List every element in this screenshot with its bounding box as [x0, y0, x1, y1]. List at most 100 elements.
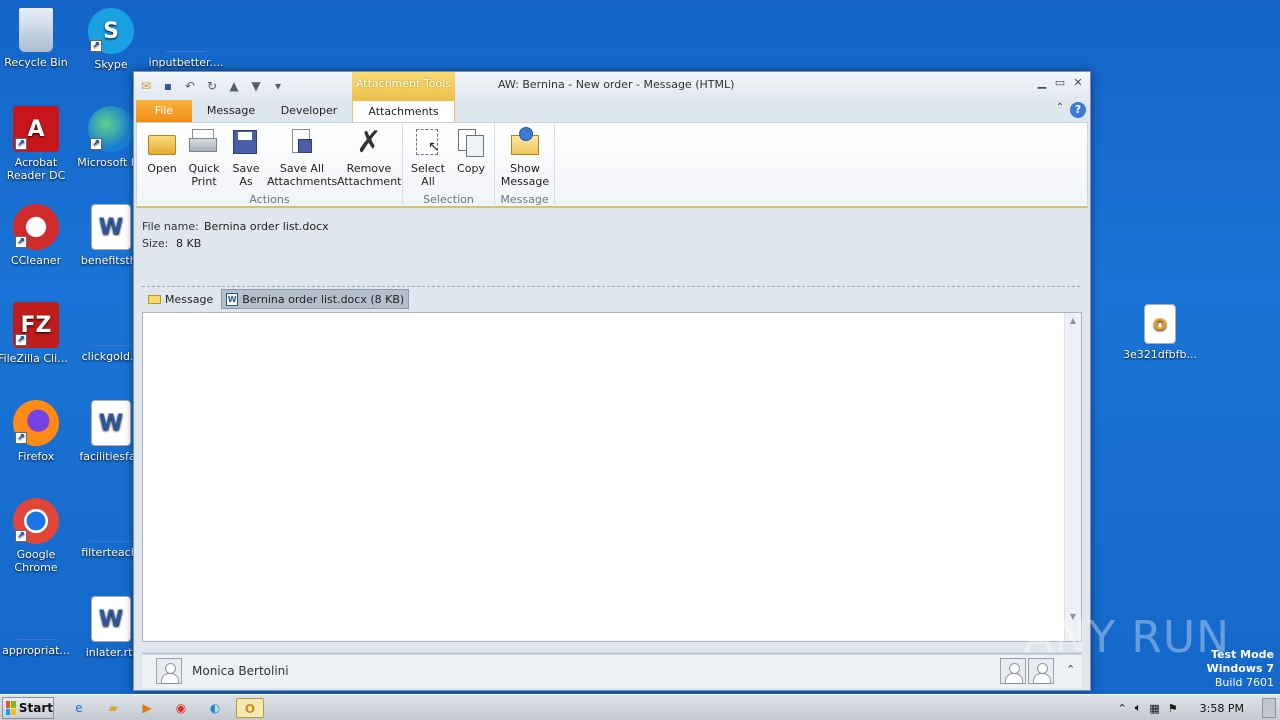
volume-icon[interactable]: 🔈︎ — [1135, 701, 1142, 715]
button-label: Save All — [279, 162, 325, 175]
desktop-icon-label: appropriat... — [2, 644, 70, 657]
window-title: AW: Bernina - New order - Message (HTML) — [498, 78, 735, 91]
button-label: Save — [232, 162, 260, 175]
ccleaner-icon: ↗ — [13, 204, 59, 250]
show-message-button[interactable]: Show Message — [499, 127, 551, 188]
show-desktop-button[interactable] — [1262, 698, 1276, 718]
action-center-flag-icon[interactable]: ⚑ — [1168, 702, 1178, 715]
desktop-icon-acrobat[interactable]: A ↗ Acrobat Reader DC — [0, 106, 74, 182]
button-label: Open — [147, 162, 177, 175]
copy-icon — [455, 127, 487, 159]
start-button[interactable]: Start — [2, 697, 54, 719]
message-item[interactable]: Message — [144, 289, 217, 309]
file-explorer-icon[interactable]: ▰ — [102, 698, 124, 718]
open-folder-icon — [146, 127, 178, 159]
outlook-envelope-icon: ✉ — [140, 79, 152, 93]
file-name-value: Bernina order list.docx — [204, 220, 329, 233]
edge-icon: ↗ — [88, 106, 134, 152]
tab-attachments[interactable]: Attachments — [352, 100, 455, 122]
close-icon[interactable]: ✕ — [1072, 76, 1084, 90]
clock[interactable]: 3:58 PM — [1200, 702, 1244, 715]
acrobat-icon: A ↗ — [13, 106, 59, 152]
title-bar: ✉ ▪ ↶ ↻ ▲ ▼ ▾ Attachment Tools AW: Berni… — [134, 72, 1090, 100]
tab-file[interactable]: File — [136, 100, 192, 122]
attachment-preview-pane[interactable]: ▲ ▼ — [142, 312, 1082, 642]
button-label: All — [421, 175, 435, 188]
ribbon-group-message: Show Message Message — [495, 123, 555, 207]
chrome-taskbar-icon[interactable]: ◉ — [170, 698, 192, 718]
select-all-button[interactable]: ↖ Select All — [407, 127, 449, 188]
desktop-icon-ccleaner[interactable]: ↗ CCleaner — [0, 204, 74, 267]
button-label: Copy — [457, 162, 485, 175]
desktop-icon-firefox[interactable]: ↗ Firefox — [0, 400, 74, 463]
customize-qat-icon[interactable]: ▾ — [270, 78, 286, 94]
undo-icon[interactable]: ↶ — [182, 78, 198, 94]
redo-icon[interactable]: ↻ — [204, 78, 220, 94]
desktop-icon-chrome[interactable]: ↗ Google Chrome — [0, 498, 74, 574]
person-avatar[interactable] — [1000, 658, 1026, 684]
help-icon[interactable]: ? — [1070, 102, 1086, 118]
window-controls: ▁ ▭ ✕ — [1036, 76, 1084, 90]
minimize-icon[interactable]: ▁ — [1036, 76, 1048, 90]
outlook-taskbar-icon[interactable]: O — [236, 698, 264, 718]
tray-expand-icon[interactable]: ⌃ — [1118, 702, 1127, 715]
save-as-button[interactable]: Save As — [227, 127, 265, 188]
attachment-item-label: Bernina order list.docx (8 KB) — [242, 292, 405, 306]
scroll-up-icon[interactable]: ▲ — [1068, 316, 1078, 325]
vertical-scrollbar[interactable]: ▲ ▼ — [1064, 313, 1081, 641]
save-all-attachments-button[interactable]: Save All Attachments — [267, 127, 337, 188]
test-mode-line: Test Mode — [1211, 648, 1274, 661]
outlook-message-window: ✉ ▪ ↶ ↻ ▲ ▼ ▾ Attachment Tools AW: Berni… — [133, 71, 1091, 691]
media-player-icon[interactable]: ▶ — [136, 698, 158, 718]
desktop-icon-label: FileZilla Client — [0, 352, 74, 365]
filezilla-icon: FZ ↗ — [13, 302, 59, 348]
open-button[interactable]: Open — [143, 127, 181, 175]
sender-avatar[interactable] — [156, 658, 182, 684]
attachment-item[interactable]: W Bernina order list.docx (8 KB) — [221, 289, 410, 309]
desktop-icon-skype[interactable]: S ↗ Skype — [73, 8, 149, 71]
size-label: Size: — [142, 237, 169, 250]
button-label: Print — [191, 175, 217, 188]
save-icon[interactable]: ▪ — [160, 78, 176, 94]
desktop-icon-inputbetter[interactable]: inputbetter.... — [148, 28, 224, 69]
save-as-icon — [230, 127, 262, 159]
system-tray: ⌃ 🔈︎ ▦ ⚑ 3:58 PM — [1118, 695, 1280, 720]
separator — [142, 286, 1080, 287]
desktop-icon-outlook-msg[interactable]: O 3e321dfbfb... — [1122, 304, 1198, 361]
word-document-icon: W — [91, 204, 131, 250]
select-all-icon: ↖ — [412, 127, 444, 159]
desktop-icon-recycle-bin[interactable]: Recycle Bin — [0, 8, 74, 69]
internet-explorer-icon[interactable]: e — [68, 698, 90, 718]
sender-name[interactable]: Monica Bertolini — [192, 664, 289, 678]
button-label: As — [239, 175, 253, 188]
tab-message[interactable]: Message — [200, 100, 262, 122]
skype-icon: S ↗ — [88, 8, 134, 54]
minimize-ribbon-icon[interactable]: ⌃ — [1056, 102, 1064, 113]
ribbon: Open Quick Print Save As Save All Attach… — [136, 122, 1088, 208]
next-item-icon[interactable]: ▼ — [248, 78, 264, 94]
copy-button[interactable]: Copy — [451, 127, 491, 175]
desktop-icon-appropriat[interactable]: appropriat... — [0, 596, 74, 657]
quick-print-button[interactable]: Quick Print — [185, 127, 223, 188]
previous-item-icon[interactable]: ▲ — [226, 78, 242, 94]
group-label-message: Message — [500, 193, 549, 206]
save-all-attachments-icon — [286, 127, 318, 159]
network-icon[interactable]: ▦ — [1149, 702, 1159, 715]
anyrun-watermark: ANY RUN — [1023, 612, 1230, 663]
blank-file-icon — [14, 596, 58, 640]
desktop-icon-label: 3e321dfbfb... — [1123, 348, 1197, 361]
remove-attachment-button[interactable]: ✗ Remove Attachment — [337, 127, 402, 189]
blank-file-icon — [89, 302, 133, 346]
people-pane: Monica Bertolini ⌃ — [142, 652, 1082, 688]
tab-developer[interactable]: Developer — [274, 100, 344, 122]
desktop-icon-filezilla[interactable]: FZ ↗ FileZilla Client — [0, 302, 74, 365]
show-message-envelope-icon — [509, 127, 541, 159]
windows-version-line: Windows 7 — [1206, 662, 1274, 675]
build-line: Build 7601 — [1214, 676, 1274, 689]
expand-people-pane-icon[interactable]: ⌃ — [1066, 663, 1075, 676]
edge-taskbar-icon[interactable]: ◐ — [204, 698, 226, 718]
desktop-icon-label: Firefox — [17, 450, 55, 463]
desktop-icon-label: Skype — [94, 58, 128, 71]
maximize-icon[interactable]: ▭ — [1054, 76, 1066, 90]
desktop-icon-label: Recycle Bin — [4, 56, 68, 69]
